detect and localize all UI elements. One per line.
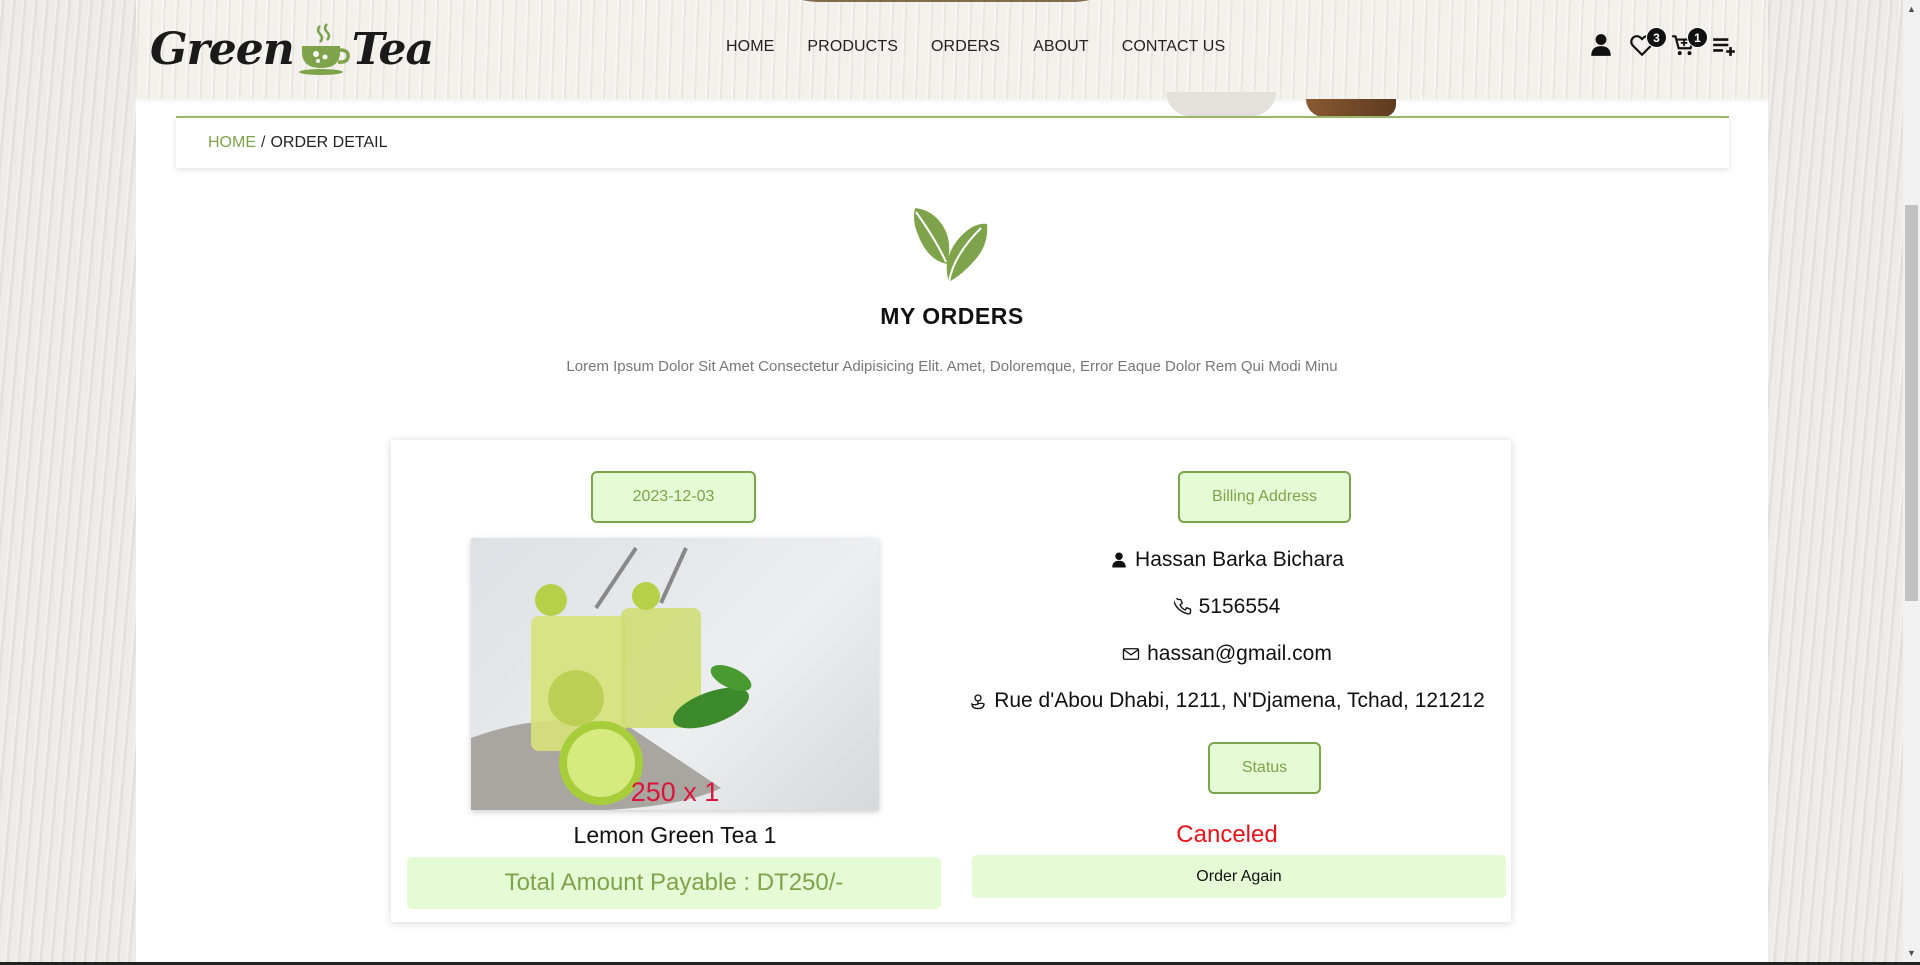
scroll-thumb[interactable] <box>1905 205 1918 601</box>
nav-home[interactable]: HOME <box>726 38 774 56</box>
breadcrumb-separator: / <box>261 134 266 151</box>
leaf-icon <box>914 208 988 283</box>
billing-name-row: Hassan Barka Bichara <box>959 548 1495 572</box>
logo[interactable]: Green Tea <box>150 18 434 82</box>
header-icons: 3 1 <box>1588 27 1752 60</box>
hero-decoration-plate <box>1166 92 1276 116</box>
status-badge: Status <box>1208 742 1321 794</box>
nav-orders[interactable]: ORDERS <box>931 38 1000 56</box>
menu-button[interactable] <box>1711 32 1739 60</box>
logo-word-green: Green <box>150 24 295 75</box>
wishlist-button[interactable]: 3 <box>1629 27 1667 60</box>
logo-word-tea: Tea <box>351 24 434 75</box>
page-title: MY ORDERS <box>880 303 1024 329</box>
hero-decoration-spoon <box>1306 99 1396 117</box>
cart-count-badge: 1 <box>1687 27 1708 48</box>
product-name: Lemon Green Tea 1 <box>573 822 777 848</box>
billing-address-badge: Billing Address <box>1178 471 1351 523</box>
billing-name: Hassan Barka Bichara <box>1135 548 1344 571</box>
page-subtitle: Lorem Ipsum Dolor Sit Amet Consectetur A… <box>566 358 1338 375</box>
location-pin-icon <box>971 694 985 710</box>
tea-cup-icon <box>298 23 350 75</box>
breadcrumb: HOME / ORDER DETAIL <box>176 116 1729 168</box>
cart-button[interactable]: 1 <box>1670 27 1708 60</box>
billing-phone: 5156554 <box>1198 595 1281 618</box>
lemon-tea-illustration <box>471 546 752 810</box>
scroll-down-arrow-icon[interactable]: ▼ <box>1903 944 1920 961</box>
quantity-label: 250 x 1 <box>630 777 720 807</box>
order-status: Canceled <box>1176 821 1278 848</box>
user-icon <box>1591 34 1611 56</box>
billing-address-row: Rue d'Abou Dhabi, 1211, N'Djamena, Tchad… <box>959 689 1495 713</box>
page-container: Green Tea HOME PRODUCTS ORDERS ABOUT CON… <box>136 0 1768 965</box>
billing-email-row: hassan@gmail.com <box>959 642 1495 666</box>
site-header: Green Tea HOME PRODUCTS ORDERS ABOUT CON… <box>136 0 1768 99</box>
order-card: 2023-12-03 250 x 1 Lemon Green Tea 1 Tot… <box>391 440 1511 922</box>
menu-add-icon <box>1713 38 1735 56</box>
breadcrumb-home-link[interactable]: HOME <box>208 134 256 152</box>
main-nav: HOME PRODUCTS ORDERS ABOUT CONTACT US <box>726 38 1258 56</box>
hero-decoration <box>756 0 1136 2</box>
nav-products[interactable]: PRODUCTS <box>807 38 898 56</box>
billing-address: Rue d'Abou Dhabi, 1211, N'Djamena, Tchad… <box>994 689 1485 712</box>
billing-email: hassan@gmail.com <box>1147 642 1332 665</box>
phone-icon <box>1173 598 1191 615</box>
nav-contact-us[interactable]: CONTACT US <box>1122 38 1226 56</box>
vertical-scrollbar[interactable]: ▲ ▼ <box>1903 0 1920 965</box>
scroll-up-arrow-icon[interactable]: ▲ <box>1903 0 1920 17</box>
wishlist-count-badge: 3 <box>1646 27 1667 48</box>
billing-phone-row: 5156554 <box>959 595 1495 619</box>
user-icon <box>1112 552 1126 568</box>
total-amount: Total Amount Payable : DT250/- <box>407 857 941 909</box>
user-button[interactable] <box>1588 32 1616 60</box>
order-again-button[interactable]: Order Again <box>972 855 1506 898</box>
envelope-icon <box>1122 648 1140 660</box>
product-image[interactable]: 250 x 1 <box>471 538 879 810</box>
breadcrumb-current: ORDER DETAIL <box>270 134 388 151</box>
order-date-badge: 2023-12-03 <box>591 471 756 523</box>
nav-about[interactable]: ABOUT <box>1033 38 1089 56</box>
